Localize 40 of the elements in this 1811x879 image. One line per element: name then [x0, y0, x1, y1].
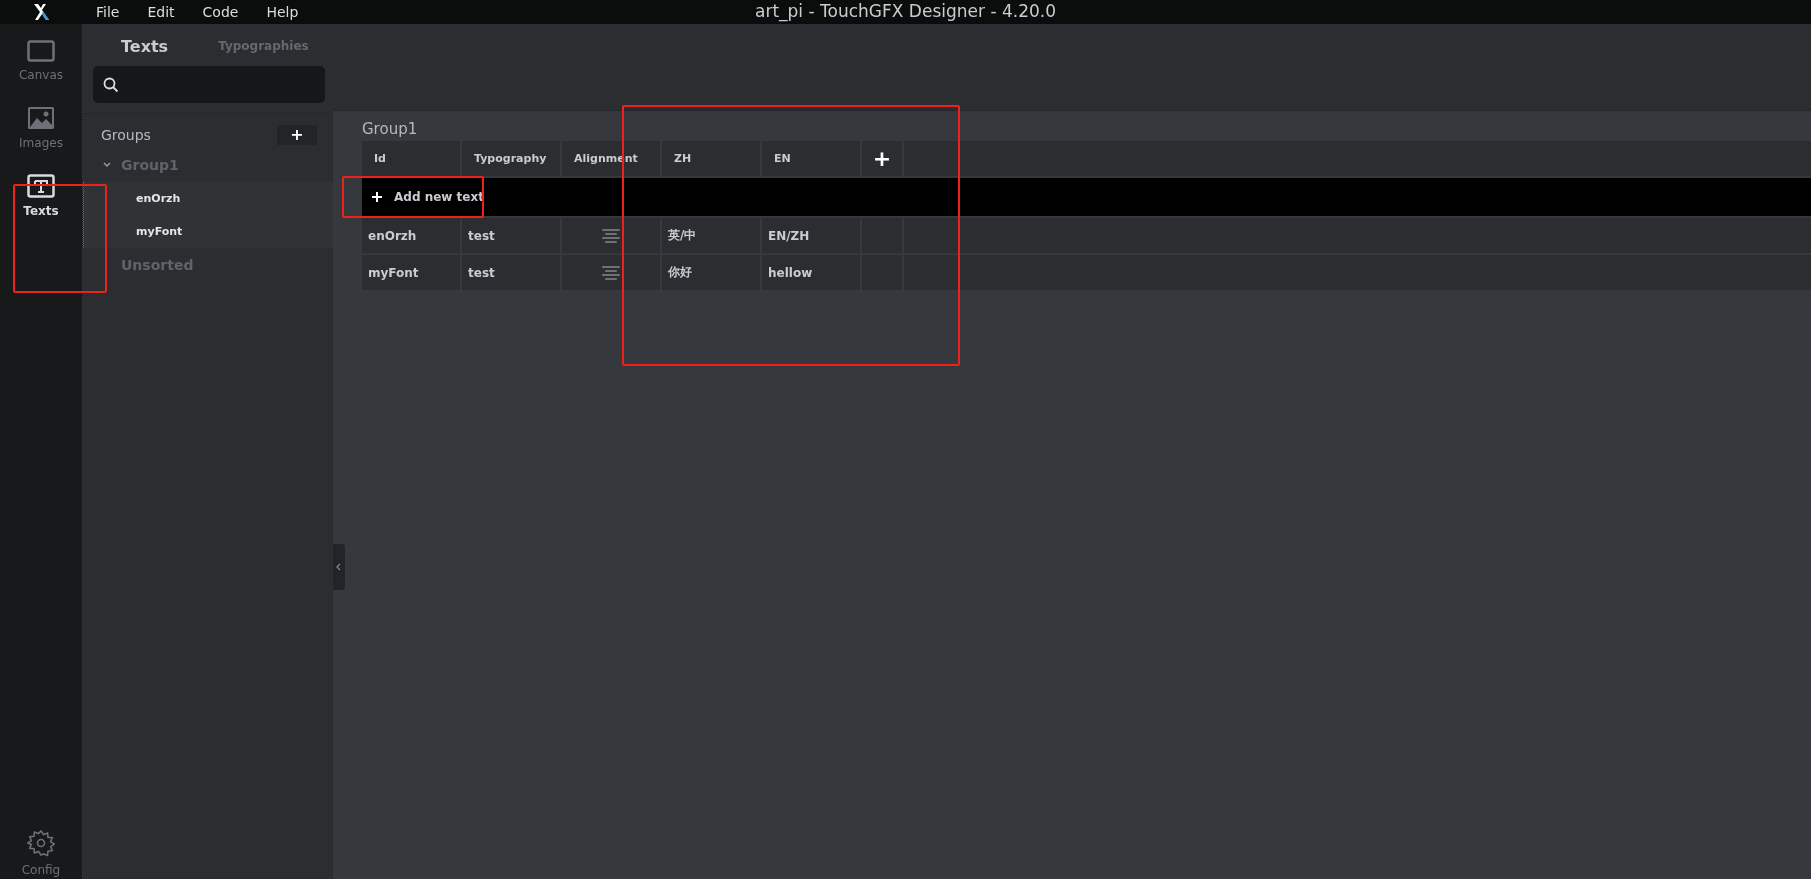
search-icon	[103, 76, 119, 93]
column-header[interactable]: ZH	[662, 141, 760, 176]
menu-item[interactable]: Help	[266, 4, 299, 20]
text-item[interactable]: enOrzh	[84, 182, 333, 215]
menu-item[interactable]: Edit	[147, 4, 175, 20]
nav-item[interactable]: Texts	[6, 172, 76, 220]
table-cell: enOrzh	[362, 218, 460, 253]
menu-item[interactable]: File	[96, 4, 120, 20]
rectangle-icon	[27, 40, 55, 62]
config-button[interactable]: Config	[6, 827, 76, 879]
nav-item[interactable]: Images	[6, 104, 76, 152]
add-column-button[interactable]: +	[862, 141, 902, 176]
nav-item[interactable]: Canvas	[6, 38, 76, 84]
collapse-handle[interactable]	[333, 544, 345, 590]
table-cell: myFont	[362, 255, 460, 290]
tab[interactable]: Texts	[121, 36, 169, 56]
table-cell: hellow	[762, 255, 860, 290]
add-group-button[interactable]: +	[277, 125, 317, 145]
settings-icon	[27, 829, 55, 857]
table-cell: 英/中	[662, 218, 760, 253]
column-header[interactable]: Id	[362, 141, 460, 176]
add-text-button[interactable]: Add new text	[362, 184, 494, 210]
group-title: Group1	[362, 119, 419, 140]
column-header[interactable]: EN	[762, 141, 860, 176]
logo-icon	[32, 4, 50, 20]
align-center-icon	[602, 228, 620, 243]
menu-item[interactable]: Code	[202, 4, 239, 20]
text-icon	[27, 174, 55, 198]
search-field[interactable]	[93, 66, 325, 103]
align-center-icon	[602, 265, 620, 280]
table-cell: 你好	[662, 255, 760, 290]
plus-icon	[372, 192, 382, 202]
table-cell: EN/ZH	[762, 218, 860, 253]
image-icon	[27, 106, 55, 130]
text-item[interactable]: myFont	[84, 215, 333, 248]
column-header[interactable]: Typography	[462, 141, 560, 176]
table-cell: test	[462, 218, 560, 253]
groups-title: Groups	[101, 127, 151, 143]
window-title: art_pi - TouchGFX Designer - 4.20.0	[755, 1, 1056, 21]
table-cell: test	[462, 255, 560, 290]
